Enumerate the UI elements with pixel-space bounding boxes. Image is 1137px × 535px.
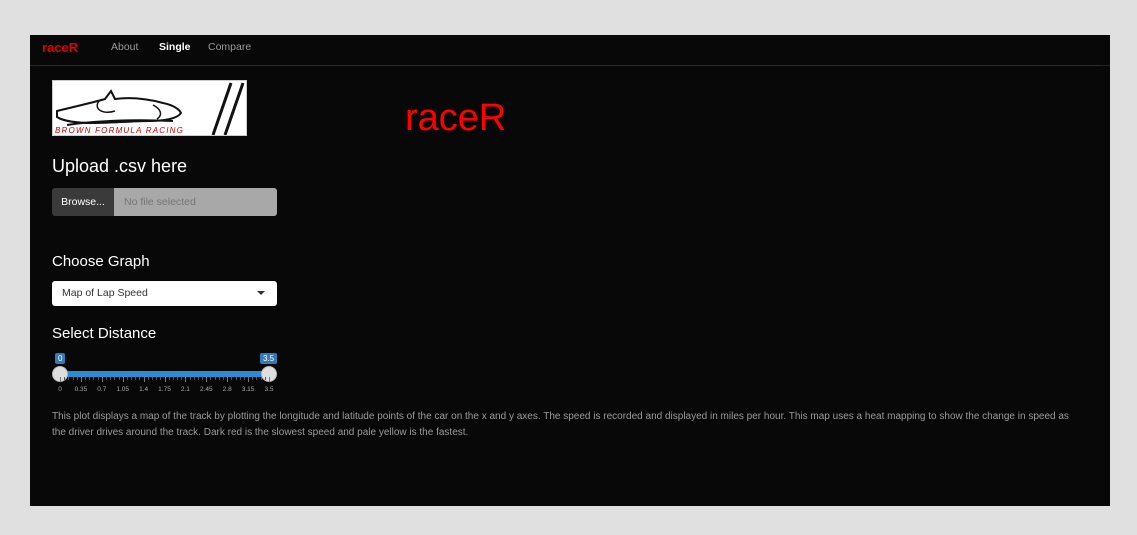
slider-tick [135,377,137,380]
slider-tick [114,377,116,380]
slider-tick [126,377,128,380]
slider-tick [223,377,225,380]
nav-item-about[interactable]: About [111,41,138,53]
slider-tick [243,377,245,380]
nav-item-single[interactable]: Single [159,41,191,53]
slider-tick-label: 2.45 [199,386,213,393]
slider-tick [227,377,229,382]
select-distance-heading: Select Distance [52,325,157,342]
slider-tick [89,377,91,380]
app-window: raceR About Single Compare BROWN FORMULA… [30,35,1110,506]
slider-tick-label: 2.1 [180,386,190,393]
slider-tick [164,377,166,382]
graph-select[interactable]: Map of Lap Speed [52,281,277,306]
slider-tick [260,377,262,380]
nav-item-compare[interactable]: Compare [208,41,251,53]
distance-range-slider[interactable]: 0 3.5 0 0.35 0.7 1.05 1.4 1.75 2.1 2.45 2.8 3.15 3… [52,351,282,396]
slider-tick [60,377,61,382]
slider-tick-label: 1.05 [116,386,130,393]
slider-tick [239,377,241,380]
slider-tick [122,377,124,382]
slider-tick [218,377,220,380]
slider-tick [156,377,158,380]
slider-tick [68,377,70,380]
slider-tick [185,377,187,382]
slider-tick [147,377,149,380]
slider-tick [118,377,120,380]
slider-tick [248,377,250,382]
slider-tick [101,377,103,382]
slider-tick [105,377,107,380]
slider-tick [85,377,87,380]
slider-tick [110,377,112,380]
slider-tick [97,377,99,380]
slider-tick [64,377,66,380]
slider-tick-label: 0 [58,386,62,393]
slider-tick [202,377,204,380]
graph-select-value: Map of Lap Speed [62,287,148,299]
navbar: raceR About Single Compare [30,35,1110,66]
slider-tick [177,377,179,380]
browse-button[interactable]: Browse... [52,188,114,216]
slider-tick [172,377,174,380]
slider-tick [189,377,191,380]
slider-tick [143,377,145,382]
slider-tick [235,377,237,380]
slider-tick [264,377,266,380]
choose-graph-heading: Choose Graph [52,253,150,270]
slider-tick-label: 3.5 [264,386,274,393]
slider-tick [160,377,162,380]
slider-tick-label: 3.15 [241,386,255,393]
slider-tick [181,377,183,380]
slider-tick [256,377,258,380]
file-upload-group: Browse... [52,188,277,216]
slider-tick [76,377,78,380]
graph-description: This plot displays a map of the track by… [52,411,1069,438]
slider-tick-label: 1.4 [139,386,149,393]
slider-tick [151,377,153,380]
slider-tick [214,377,216,380]
slider-tick [139,377,141,380]
slider-tick-label: 1.75 [158,386,171,393]
slider-tick-label: 2.8 [222,386,232,393]
brown-formula-racing-logo: BROWN FORMULA RACING [52,80,247,136]
page-title: raceR [405,97,507,139]
slider-tick [72,377,74,380]
file-name-field[interactable] [114,188,277,216]
slider-ticks [60,377,270,385]
slider-tick-label: 0.7 [97,386,107,393]
slider-tick [193,377,195,380]
navbar-inner [40,35,1100,66]
slider-tick [131,377,133,380]
slider-tick [197,377,199,380]
logo-wordmark: BROWN FORMULA RACING [55,126,184,135]
slider-min-badge: 0 [55,353,66,364]
slider-tick [93,377,95,380]
slider-tick [210,377,212,380]
slider-tick [231,377,233,380]
upload-heading: Upload .csv here [52,156,188,176]
slider-tick [206,377,208,382]
brand-link[interactable]: raceR [42,40,78,55]
slider-tick [80,377,82,382]
slider-tick [269,377,270,382]
slider-tick [168,377,170,380]
slider-max-badge: 3.5 [260,353,278,364]
caret-down-icon [257,291,265,295]
slider-tick-label: 0.35 [74,386,88,393]
slider-tick [252,377,254,380]
